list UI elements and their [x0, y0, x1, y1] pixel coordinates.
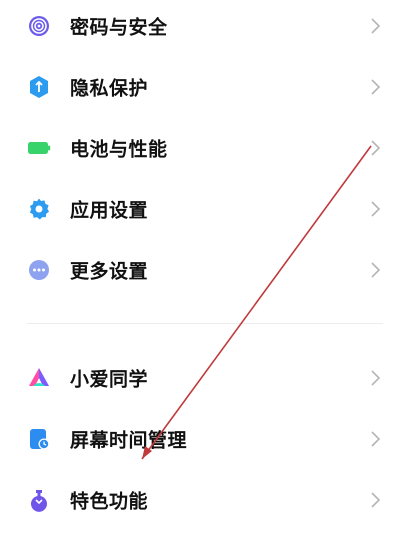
- settings-item-xiaoai[interactable]: 小爱同学: [0, 347, 409, 408]
- section-divider: [27, 323, 383, 324]
- chevron-right-icon: [370, 491, 382, 509]
- chevron-right-icon: [370, 200, 382, 218]
- settings-item-label: 屏幕时间管理: [70, 429, 188, 451]
- chevron-right-icon: [370, 369, 382, 387]
- settings-item-label: 隐私保护: [70, 77, 149, 99]
- special-features-icon: [27, 488, 51, 512]
- chevron-right-icon: [370, 78, 382, 96]
- settings-item-label: 应用设置: [70, 199, 149, 221]
- settings-item-app-settings[interactable]: 应用设置: [0, 178, 409, 239]
- settings-item-more-settings[interactable]: 更多设置: [0, 239, 409, 300]
- settings-item-label: 更多设置: [70, 260, 149, 282]
- settings-item-privacy[interactable]: 隐私保护: [0, 56, 409, 117]
- chevron-right-icon: [370, 139, 382, 157]
- chevron-right-icon: [370, 261, 382, 279]
- settings-item-password-security[interactable]: 密码与安全: [0, 0, 409, 56]
- settings-item-special-features[interactable]: 特色功能: [0, 469, 409, 530]
- settings-item-label: 特色功能: [70, 490, 149, 512]
- more-dots-icon: [27, 258, 51, 282]
- battery-icon: [27, 136, 51, 160]
- settings-item-label: 密码与安全: [70, 16, 168, 38]
- gear-icon: [27, 197, 51, 221]
- settings-item-battery-performance[interactable]: 电池与性能: [0, 117, 409, 178]
- privacy-shield-icon: [27, 75, 51, 99]
- chevron-right-icon: [370, 17, 382, 35]
- screen-time-icon: [27, 427, 51, 451]
- settings-item-label: 电池与性能: [70, 138, 168, 160]
- fingerprint-icon: [27, 14, 51, 38]
- xiaoai-icon: [27, 366, 51, 390]
- chevron-right-icon: [370, 430, 382, 448]
- settings-item-label: 小爱同学: [70, 368, 149, 390]
- settings-item-screen-time[interactable]: 屏幕时间管理: [0, 408, 409, 469]
